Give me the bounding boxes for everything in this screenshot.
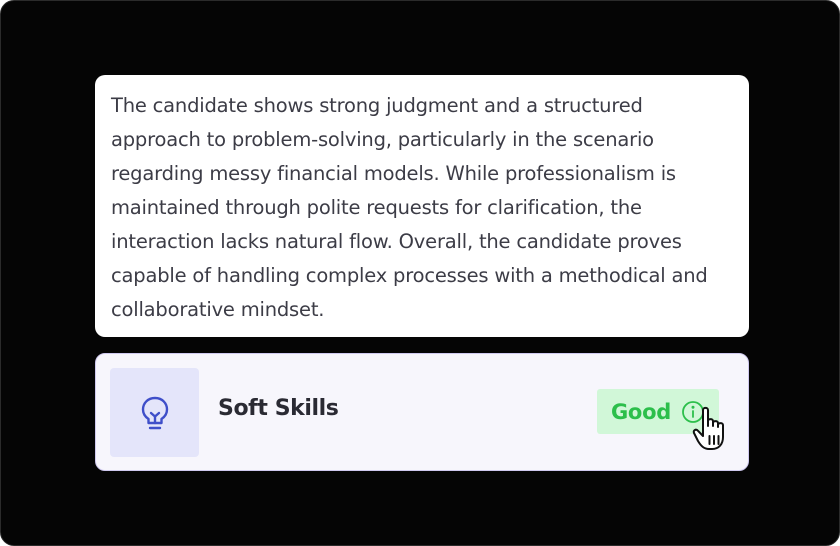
app-frame: The candidate shows strong judgment and … <box>0 0 840 546</box>
skill-name: Soft Skills <box>218 396 339 421</box>
skill-icon-tile <box>110 368 199 457</box>
skill-row-soft-skills[interactable]: Soft Skills Good <box>95 353 749 471</box>
hand-pointer-cursor-icon <box>692 406 724 450</box>
rating-label: Good <box>611 399 671 424</box>
summary-text: The candidate shows strong judgment and … <box>111 94 708 321</box>
summary-card: The candidate shows strong judgment and … <box>95 75 749 337</box>
lightbulb-icon <box>141 396 168 429</box>
